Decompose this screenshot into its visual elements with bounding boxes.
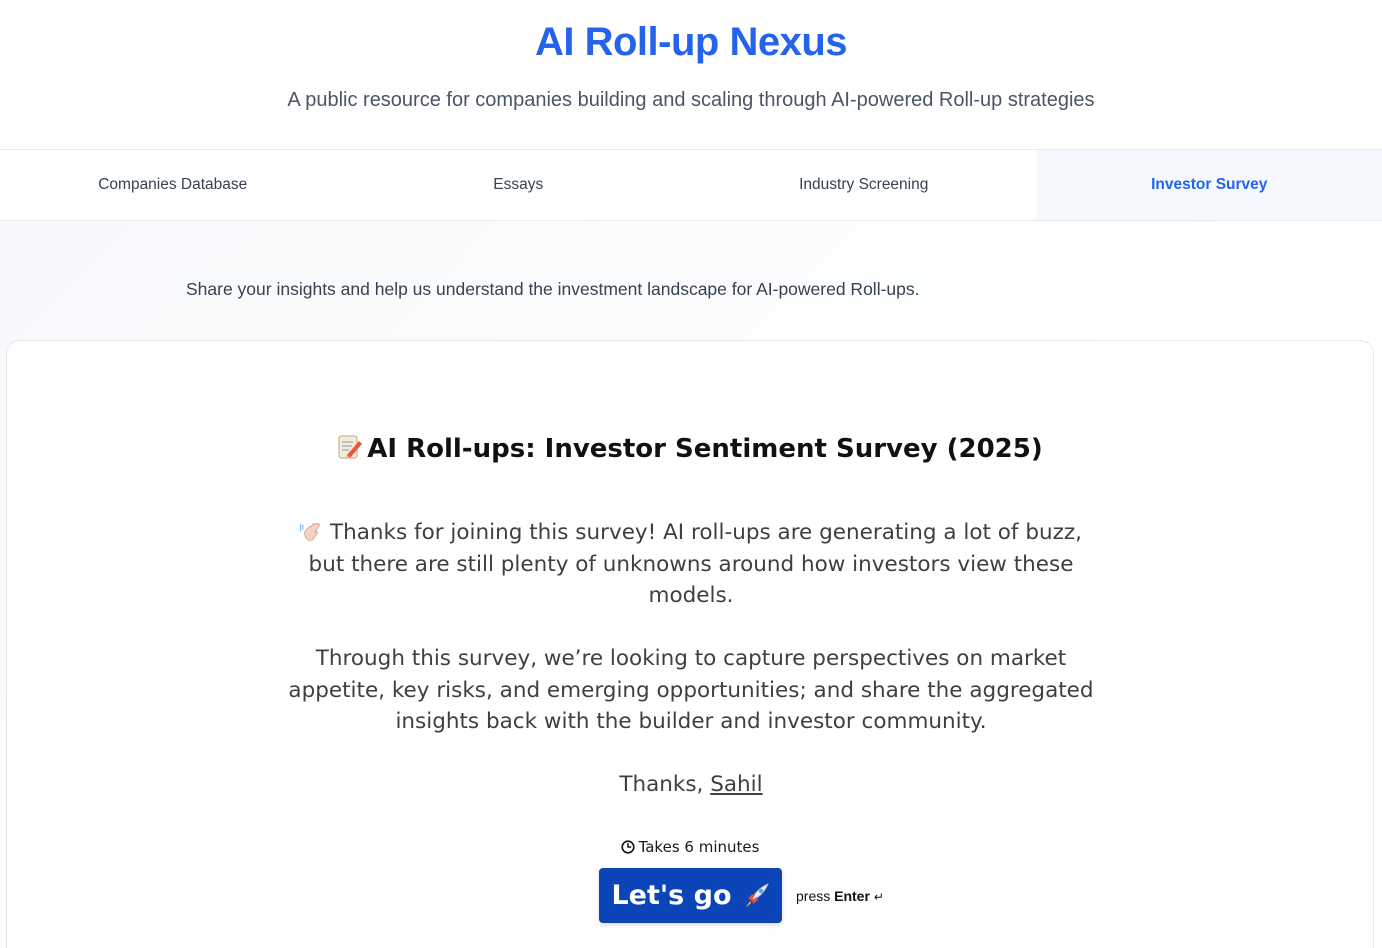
- survey-paragraph-2: Through this survey, we’re looking to ca…: [288, 646, 1094, 734]
- return-key-icon: ↵: [873, 889, 884, 904]
- tab-companies-database[interactable]: Companies Database: [0, 150, 346, 220]
- tab-industry-screening[interactable]: Industry Screening: [691, 150, 1037, 220]
- survey-paragraph-1-text: Thanks for joining this survey! AI roll-…: [308, 520, 1083, 608]
- clock-icon: [620, 840, 635, 854]
- survey-title: AI Roll-ups: Investor Sentiment Survey (…: [7, 433, 1373, 464]
- tab-essays[interactable]: Essays: [346, 150, 692, 220]
- survey-paragraph-1: Thanks for joining this survey! AI roll-…: [281, 517, 1101, 612]
- site-title: AI Roll-up Nexus: [534, 20, 848, 64]
- survey-intro: Share your insights and help us understa…: [186, 279, 920, 299]
- survey-signoff: Thanks, Sahil: [281, 769, 1101, 801]
- site-header: AI Roll-up Nexus A public resource for c…: [0, 0, 1382, 150]
- enter-hint: press Enter ↵: [796, 888, 884, 904]
- time-estimate-text: Takes 6 minutes: [638, 838, 760, 856]
- start-row: Let's go press Enter ↵: [599, 868, 884, 923]
- survey-card: AI Roll-ups: Investor Sentiment Survey (…: [6, 340, 1374, 948]
- start-button-label: Let's go: [611, 880, 732, 911]
- memo-icon: [338, 435, 363, 459]
- site-subtitle: A public resource for companies building…: [287, 89, 1095, 111]
- author-link-sahil[interactable]: Sahil: [710, 772, 762, 797]
- start-survey-button[interactable]: Let's go: [599, 868, 782, 923]
- survey-description: Thanks for joining this survey! AI roll-…: [281, 517, 1101, 832]
- main-content: Share your insights and help us understa…: [0, 221, 1382, 948]
- tab-investor-survey[interactable]: Investor Survey: [1036, 150, 1382, 220]
- enter-hint-key: Enter: [834, 887, 870, 904]
- survey-title-text: AI Roll-ups: Investor Sentiment Survey (…: [367, 434, 1043, 464]
- waving-hand-icon: [299, 522, 320, 541]
- time-estimate: Takes 6 minutes: [7, 838, 1373, 856]
- signoff-prefix: Thanks,: [619, 772, 711, 797]
- enter-hint-prefix: press: [796, 887, 831, 904]
- tab-bar: Companies Database Essays Industry Scree…: [0, 150, 1382, 221]
- rocket-icon: [745, 882, 769, 907]
